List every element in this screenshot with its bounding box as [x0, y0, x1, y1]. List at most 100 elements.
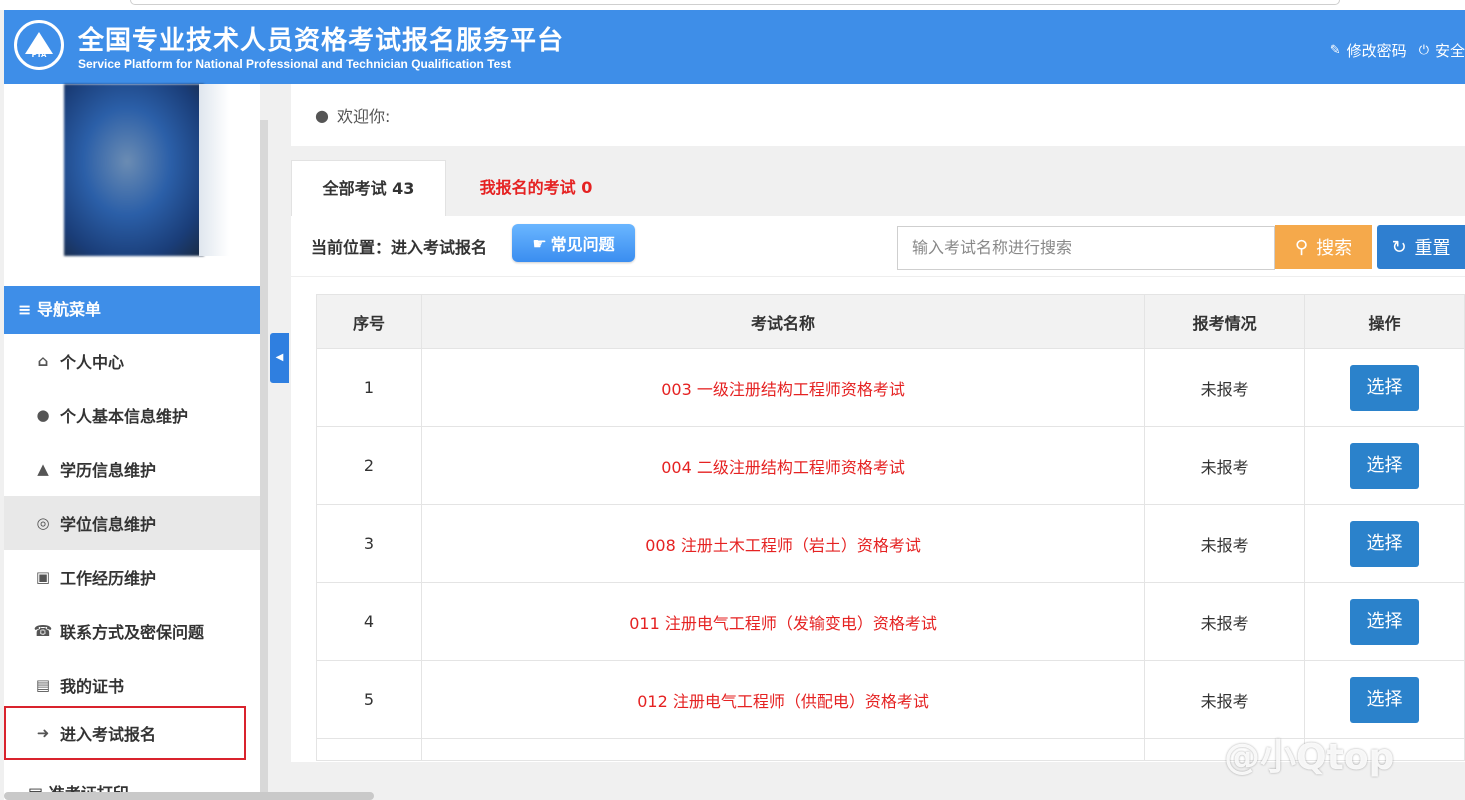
exam-status: 未报考: [1144, 348, 1306, 427]
sidebar-item-label: 学历信息维护: [60, 461, 157, 480]
reset-label: 重置: [1414, 238, 1451, 259]
refresh-icon: ↻: [1391, 236, 1407, 258]
edit-icon: ✎: [1329, 43, 1341, 58]
sidebar-collapse-button[interactable]: ◀: [270, 333, 289, 383]
divider: [291, 276, 1465, 277]
caret-left-icon: ◀: [275, 352, 284, 363]
welcome-bar: ● 欢迎你:: [291, 84, 1465, 146]
select-button[interactable]: 选择: [1350, 364, 1420, 411]
home-icon: ⌂: [37, 352, 49, 370]
address-bar-edge: [130, 0, 1340, 5]
sidebar-scrollbar[interactable]: [260, 120, 268, 800]
exam-name: [420, 738, 1146, 761]
sidebar-item-personal-center[interactable]: ⌂ 个人中心: [4, 334, 260, 388]
sidebar-item-degree[interactable]: ◎ 学位信息维护: [4, 496, 260, 550]
exam-status: 未报考: [1144, 660, 1306, 739]
sidebar-item-label: 学位信息维护: [60, 515, 157, 534]
sidebar-item-label: 个人中心: [60, 353, 125, 372]
search-label: 搜索: [1316, 238, 1353, 259]
select-button[interactable]: 选择: [1350, 442, 1420, 489]
search-button[interactable]: ⚲ 搜索: [1275, 225, 1372, 269]
logout-label: 安全: [1434, 42, 1465, 60]
table-header-row: 序号 考试名称 报考情况 操作: [316, 294, 1465, 349]
column-header-exam-name: 考试名称: [420, 294, 1146, 349]
user-icon: ●: [315, 105, 329, 125]
table-row: 4 011 注册电气工程师（发输变电）资格考试 未报考 选择: [316, 582, 1465, 661]
action-cell: 选择: [1304, 426, 1465, 505]
row-number: 5: [316, 660, 422, 739]
action-cell: 选择: [1304, 582, 1465, 661]
column-header-number: 序号: [316, 294, 422, 349]
browser-top-strip: [0, 0, 1465, 10]
arrow-circle-icon: ➜: [36, 724, 50, 742]
exam-name: 012 注册电气工程师（供配电）资格考试: [420, 660, 1146, 739]
faq-button[interactable]: ☛ 常见问题: [512, 224, 635, 262]
exam-name: 011 注册电气工程师（发输变电）资格考试: [420, 582, 1146, 661]
avatar: [64, 84, 204, 256]
exam-name: 004 二级注册结构工程师资格考试: [420, 426, 1146, 505]
logo-text: PTA: [31, 51, 47, 59]
horizontal-scrollbar[interactable]: [4, 792, 374, 800]
sidebar: ≡ 导航菜单 ⌂ 个人中心 ● 个人基本信息维护 ▲ 学历信息维护 ◎ 学位信息…: [4, 84, 260, 800]
medal-icon: ◎: [36, 514, 50, 532]
sidebar-item-label: 联系方式及密保问题: [60, 623, 205, 642]
tab-all-exams[interactable]: 全部考试 43: [291, 160, 446, 216]
sidebar-item-basic-info[interactable]: ● 个人基本信息维护: [4, 388, 260, 442]
reset-button[interactable]: ↻ 重置: [1377, 225, 1465, 269]
select-button[interactable]: 选择: [1350, 520, 1420, 567]
sidebar-item-label: 我的证书: [60, 677, 125, 696]
phone-icon: ☎: [33, 622, 53, 640]
book-icon: ▤: [35, 676, 51, 694]
site-title-en: Service Platform for National Profession…: [78, 57, 511, 71]
nav-menu-title: ≡ 导航菜单: [4, 286, 260, 334]
exam-status: 未报考: [1144, 504, 1306, 583]
row-number: [316, 738, 422, 761]
pta-logo: PTA: [14, 20, 64, 70]
sidebar-item-label: 工作经历维护: [60, 569, 157, 588]
select-button[interactable]: 选择: [1350, 598, 1420, 645]
faq-label: 常见问题: [550, 235, 615, 254]
change-password-label: 修改密码: [1346, 42, 1407, 60]
sidebar-item-certificates[interactable]: ▤ 我的证书: [4, 658, 260, 712]
row-number: 4: [316, 582, 422, 661]
breadcrumb: 当前位置：进入考试报名: [311, 238, 488, 257]
header-links: ✎ 修改密码 ⏻ 安全: [1330, 40, 1465, 61]
site-title-cn: 全国专业技术人员资格考试报名服务平台: [78, 26, 565, 56]
tab-my-exams[interactable]: 我报名的考试 0: [466, 160, 606, 216]
row-number: 3: [316, 504, 422, 583]
avatar-blur-edge: [199, 84, 229, 256]
sidebar-item-education[interactable]: ▲ 学历信息维护: [4, 442, 260, 496]
change-password-link[interactable]: ✎ 修改密码: [1330, 40, 1407, 61]
search-input[interactable]: 输入考试名称进行搜索: [897, 226, 1275, 270]
table-row: 1 003 一级注册结构工程师资格考试 未报考 选择: [316, 348, 1465, 427]
power-icon: ⏻: [1418, 43, 1429, 58]
exam-tabs: 全部考试 43 我报名的考试 0: [291, 146, 1465, 216]
sidebar-item-work-history[interactable]: ▣ 工作经历维护: [4, 550, 260, 604]
select-button[interactable]: 选择: [1350, 676, 1420, 723]
user-icon: ●: [36, 406, 50, 424]
exam-status: 未报考: [1144, 426, 1306, 505]
exam-status: 未报考: [1144, 582, 1306, 661]
welcome-text: 欢迎你:: [336, 107, 391, 126]
logout-link[interactable]: ⏻ 安全: [1419, 40, 1465, 61]
sidebar-item-label: 进入考试报名: [60, 725, 157, 744]
watermark: @小Qtop: [1224, 737, 1395, 778]
briefcase-icon: ▣: [35, 568, 51, 586]
graduation-cap-icon: ▲: [37, 460, 49, 478]
search-icon: ⚲: [1294, 236, 1309, 258]
exam-name: 008 注册土木工程师（岩土）资格考试: [420, 504, 1146, 583]
column-header-action: 操作: [1304, 294, 1465, 349]
action-cell: 选择: [1304, 504, 1465, 583]
action-cell: 选择: [1304, 348, 1465, 427]
sidebar-item-contact[interactable]: ☎ 联系方式及密保问题: [4, 604, 260, 658]
table-row: 3 008 注册土木工程师（岩土）资格考试 未报考 选择: [316, 504, 1465, 583]
sidebar-item-label: 个人基本信息维护: [60, 407, 189, 426]
site-header: PTA 全国专业技术人员资格考试报名服务平台 Service Platform …: [4, 10, 1465, 84]
main-panel: 当前位置：进入考试报名 ☛ 常见问题 输入考试名称进行搜索 ⚲ 搜索 ↻ 重置 …: [291, 216, 1465, 762]
exam-name: 003 一级注册结构工程师资格考试: [420, 348, 1146, 427]
row-number: 2: [316, 426, 422, 505]
table-row: 2 004 二级注册结构工程师资格考试 未报考 选择: [316, 426, 1465, 505]
sidebar-item-exam-registration[interactable]: ➜ 进入考试报名: [4, 706, 246, 760]
action-cell: 选择: [1304, 660, 1465, 739]
column-header-status: 报考情况: [1144, 294, 1306, 349]
